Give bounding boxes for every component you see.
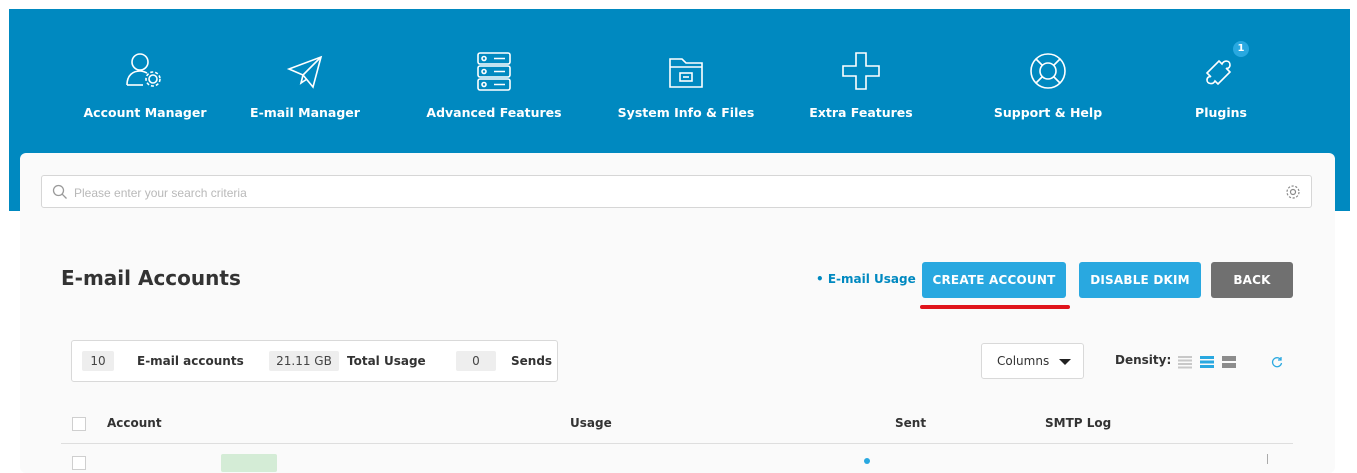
nav-label: E-mail Manager bbox=[250, 105, 360, 120]
puzzle-icon: 1 bbox=[1199, 41, 1249, 93]
density-comfortable-icon[interactable] bbox=[1222, 355, 1236, 369]
email-usage-link[interactable]: • E-mail Usage bbox=[816, 272, 916, 286]
sent-indicator bbox=[864, 458, 870, 464]
density-normal-icon[interactable] bbox=[1200, 355, 1214, 369]
sends-label: Sends bbox=[511, 354, 553, 368]
col-sent[interactable]: Sent bbox=[895, 416, 926, 430]
server-icon bbox=[472, 49, 516, 93]
sends-value: 0 bbox=[456, 351, 496, 371]
nav-label: Extra Features bbox=[809, 105, 913, 120]
account-manager-icon bbox=[123, 49, 167, 93]
col-account[interactable]: Account bbox=[107, 416, 162, 430]
disable-dkim-button[interactable]: DISABLE DKIM bbox=[1079, 262, 1201, 298]
plus-icon bbox=[839, 49, 883, 93]
nav-account-manager[interactable]: Account Manager bbox=[80, 9, 210, 149]
back-button[interactable]: BACK bbox=[1211, 262, 1293, 298]
nav-label: Advanced Features bbox=[426, 105, 562, 120]
search-input[interactable] bbox=[72, 182, 1276, 204]
caret-down-icon bbox=[1059, 359, 1071, 365]
highlight-underline bbox=[920, 305, 1070, 309]
columns-dropdown[interactable]: Columns bbox=[981, 343, 1084, 379]
usage-label: Total Usage bbox=[347, 354, 426, 368]
nav-label: Plugins bbox=[1195, 105, 1247, 120]
refresh-icon[interactable] bbox=[1270, 355, 1284, 369]
page-title: E-mail Accounts bbox=[61, 266, 241, 290]
columns-label: Columns bbox=[997, 354, 1050, 368]
row-divider bbox=[1267, 454, 1268, 464]
search-icon bbox=[52, 184, 68, 200]
table-row bbox=[61, 444, 1293, 472]
gear-icon[interactable] bbox=[1285, 184, 1301, 200]
nav-label: Account Manager bbox=[83, 105, 207, 120]
usage-value: 21.11 GB bbox=[269, 351, 339, 371]
create-account-button[interactable]: CREATE ACCOUNT bbox=[922, 262, 1066, 298]
nav-advanced-features[interactable]: Advanced Features bbox=[426, 9, 562, 149]
account-stats: 10 E-mail accounts 21.11 GB Total Usage … bbox=[71, 340, 558, 382]
row-checkbox[interactable] bbox=[72, 456, 86, 470]
nav-email-manager[interactable]: E-mail Manager bbox=[250, 9, 360, 149]
lifebuoy-icon bbox=[1026, 49, 1070, 93]
folder-icon bbox=[664, 49, 708, 93]
nav-label: Support & Help bbox=[993, 105, 1103, 120]
nav-system-info-files[interactable]: System Info & Files bbox=[616, 9, 756, 149]
density-compact-icon[interactable] bbox=[1178, 355, 1192, 369]
paper-plane-icon bbox=[283, 49, 327, 93]
col-usage[interactable]: Usage bbox=[570, 416, 612, 430]
density-label: Density: bbox=[1115, 353, 1172, 367]
accounts-label: E-mail accounts bbox=[137, 354, 244, 368]
accounts-count: 10 bbox=[82, 351, 114, 371]
nav-plugins[interactable]: 1 Plugins bbox=[1181, 9, 1261, 149]
status-badge bbox=[221, 454, 277, 472]
select-all-checkbox[interactable] bbox=[72, 417, 86, 431]
plugins-count-badge: 1 bbox=[1233, 41, 1249, 57]
nav-label: System Info & Files bbox=[617, 105, 755, 120]
col-smtp-log[interactable]: SMTP Log bbox=[1045, 416, 1111, 430]
search-bar bbox=[41, 175, 1312, 208]
nav-extra-features[interactable]: Extra Features bbox=[809, 9, 913, 149]
table-header: Account Usage Sent SMTP Log bbox=[61, 405, 1293, 444]
nav-support-help[interactable]: Support & Help bbox=[993, 9, 1103, 149]
